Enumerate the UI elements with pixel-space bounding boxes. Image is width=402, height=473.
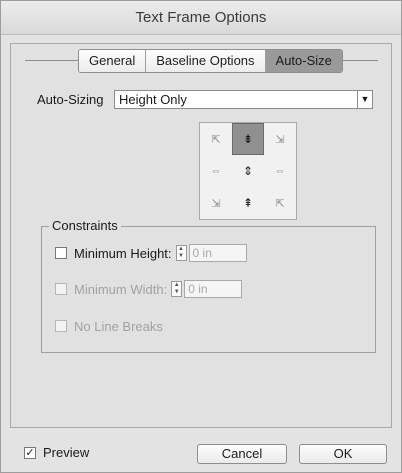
minimum-height-label: Minimum Height: xyxy=(74,245,172,261)
arrow-icon: ⇲ xyxy=(211,197,221,210)
auto-sizing-value: Height Only xyxy=(119,92,187,107)
reference-point-bottom-center[interactable]: ⇞ xyxy=(232,187,264,219)
minimum-width-input[interactable]: 0 in xyxy=(184,280,243,298)
arrow-icon: ⇞ xyxy=(242,196,254,210)
reference-point-top-right[interactable]: ⇲ xyxy=(264,123,296,155)
constraints-legend: Constraints xyxy=(49,218,121,233)
preview-label: Preview xyxy=(43,445,90,460)
arrow-icon: ⇲ xyxy=(275,133,285,146)
minimum-width-row: Minimum Width: ▲ ▼ 0 in xyxy=(55,280,243,298)
minimum-height-row: Minimum Height: ▲ ▼ 0 in xyxy=(55,244,247,262)
minimum-height-checkbox[interactable] xyxy=(55,247,67,259)
tab-baseline-options[interactable]: Baseline Options xyxy=(146,50,266,72)
reference-point-middle-right[interactable]: ⇔ xyxy=(264,155,296,187)
no-line-breaks-label: No Line Breaks xyxy=(74,318,163,334)
ok-button[interactable]: OK xyxy=(299,444,387,464)
preview-control: ✓ Preview xyxy=(24,445,89,460)
chevron-down-icon[interactable]: ▼ xyxy=(357,91,372,108)
reference-point-middle-left[interactable]: ⇔ xyxy=(200,155,232,187)
tab-auto-size[interactable]: Auto-Size xyxy=(265,50,342,72)
arrow-icon: ⇕ xyxy=(242,164,254,178)
arrow-icon: ⇔ xyxy=(210,165,222,177)
stepper-icon[interactable]: ▲ ▼ xyxy=(171,281,183,297)
reference-point-bottom-right[interactable]: ⇱ xyxy=(264,187,296,219)
auto-sizing-label: Auto-Sizing xyxy=(37,92,104,107)
reference-point-top-left[interactable]: ⇱ xyxy=(200,123,232,155)
check-icon: ✓ xyxy=(25,447,35,459)
cancel-button[interactable]: Cancel xyxy=(197,444,287,464)
no-line-breaks-checkbox[interactable] xyxy=(55,320,67,332)
minimum-height-input[interactable]: 0 in xyxy=(188,244,247,262)
minimum-width-checkbox[interactable] xyxy=(55,283,67,295)
tab-divider-right xyxy=(343,60,378,61)
dialog-title: Text Frame Options xyxy=(1,1,401,35)
arrow-icon: ⇟ xyxy=(242,132,254,146)
reference-point-top-center[interactable]: ⇟ xyxy=(232,123,264,155)
reference-point-center[interactable]: ⇕ xyxy=(232,155,264,187)
arrow-icon: ⇔ xyxy=(274,165,286,177)
minimum-width-label: Minimum Width: xyxy=(74,281,168,297)
no-line-breaks-row: No Line Breaks xyxy=(55,317,163,335)
tabs: General Baseline Options Auto-Size xyxy=(78,49,343,73)
tab-divider-left xyxy=(25,60,78,61)
tab-general[interactable]: General xyxy=(79,50,147,72)
reference-point-grid: ⇱ ⇟ ⇲ ⇔ ⇕ ⇔ ⇲ ⇞ ⇱ xyxy=(199,122,297,220)
stepper-icon[interactable]: ▲ ▼ xyxy=(175,245,187,261)
arrow-icon: ⇱ xyxy=(211,133,221,146)
arrow-icon: ⇱ xyxy=(275,197,285,210)
dialog-window: Text Frame Options General Baseline Opti… xyxy=(0,0,402,473)
preview-checkbox[interactable]: ✓ xyxy=(24,446,36,459)
reference-point-bottom-left[interactable]: ⇲ xyxy=(200,187,232,219)
auto-sizing-select[interactable]: Height Only ▼ xyxy=(114,90,373,109)
